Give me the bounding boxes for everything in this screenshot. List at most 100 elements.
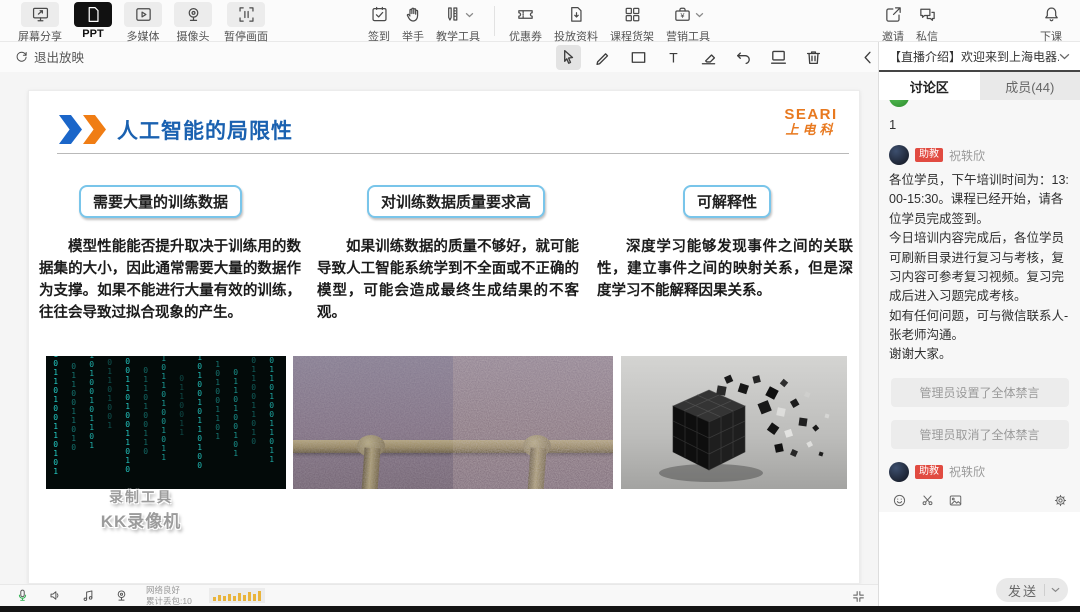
avatar [889, 461, 909, 482]
picture-icon [949, 495, 961, 505]
pencil-icon [596, 53, 609, 66]
chevron-down-icon [695, 12, 703, 17]
webcam-icon [117, 590, 125, 601]
system-message: 管理员取消了全体禁言 [890, 419, 1069, 449]
camera-icon [174, 2, 212, 27]
webcam-toggle[interactable] [113, 588, 129, 604]
live-intro-title: 【直播介绍】欢迎来到上海电器... [889, 49, 1059, 64]
exit-projection-label: 退出放映 [34, 51, 85, 65]
top-toolbar: 屏幕分享 P PPT 多媒体 摄像头 暂停画面 签到 举手 教学工具 优惠券 投… [0, 0, 1080, 44]
noisy-panel-left [293, 356, 453, 489]
network-signal-bars [208, 588, 265, 603]
text-icon: T [669, 50, 678, 65]
toolbar-item-pause-screen[interactable]: 暂停画面 [224, 2, 268, 44]
bottom-black-strip [0, 606, 1080, 612]
chat-message-list[interactable]: 1 助教 祝轶欣 各位学员，下午培训时间为：13:00-15:30。课程已经开始… [879, 100, 1080, 488]
noisy-comparison-image [293, 356, 613, 489]
toolbar-item-ppt[interactable]: P PPT [74, 2, 112, 40]
rectangle-tool[interactable] [626, 45, 651, 70]
network-status: 网络良好 累计丢包:10 [146, 585, 192, 606]
title-underline [57, 153, 849, 154]
coupon-icon [516, 2, 535, 27]
toolbar-item-coupon[interactable]: 优惠券 [509, 2, 542, 44]
send-options-chevron-icon[interactable] [1051, 587, 1060, 593]
chat-settings-button[interactable] [1052, 492, 1068, 508]
toolbar-item-multimedia[interactable]: 多媒体 [124, 2, 162, 44]
matrix-image: 10110100110101 0110011010 110100101101 0110… [46, 356, 286, 489]
tab-discussion[interactable]: 讨论区 [879, 72, 980, 100]
speaker-toggle[interactable] [47, 588, 63, 604]
session-group: 邀请 私信 下课 [876, 2, 1068, 44]
pause-screen-icon [227, 2, 265, 27]
toolbar-item-course-shelf[interactable]: 课程货架 [610, 2, 654, 44]
limitation-body-2: 如果训练数据的质量不够好，就可能导致人工智能系统学到不全面或不正确的模型，可能会… [317, 239, 579, 322]
chevron-left-icon [864, 51, 871, 64]
message-text: 各位学员，下午培训时间为：13:00-15:30。课程已经开始，请各位学员完成签… [889, 173, 1069, 362]
live-classroom-window: 屏幕分享 P PPT 多媒体 摄像头 暂停画面 签到 举手 教学工具 优惠券 投… [0, 0, 1080, 612]
invite-icon [884, 2, 903, 27]
collapse-panel-button[interactable] [850, 588, 866, 604]
eraser-tool[interactable] [696, 45, 721, 70]
end-class-icon [1042, 2, 1061, 27]
tab-members[interactable]: 成员(44) [979, 72, 1080, 100]
packet-loss-label: 累计丢包:10 [146, 595, 192, 606]
toolbar-item-label: PPT [82, 28, 104, 40]
live-intro-header[interactable]: 【直播介绍】欢迎来到上海电器... [879, 42, 1080, 72]
ppt-icon: P [74, 2, 112, 27]
recorder-watermark: 录制工具 KK录像机 [100, 489, 182, 531]
text-tool[interactable]: T [661, 45, 686, 70]
toolbar-item-private-message[interactable]: 私信 [916, 2, 938, 44]
send-button[interactable]: 发送 [995, 578, 1068, 602]
undo-icon [737, 52, 750, 65]
network-quality-label: 网络良好 [146, 584, 181, 595]
image-upload-button[interactable] [947, 492, 963, 508]
undo-tool[interactable] [731, 45, 756, 70]
toolbar-item-check-in[interactable]: 签到 [368, 2, 390, 44]
teaching-tools-icon [443, 2, 474, 27]
eraser-icon [701, 54, 716, 65]
avatar [889, 100, 909, 107]
toolbar-item-invite[interactable]: 邀请 [882, 2, 904, 44]
toolbar-item-marketing-tools[interactable]: ¥ 营销工具 [666, 2, 710, 44]
send-divider [1044, 584, 1045, 596]
exit-projection-button[interactable]: 退出放映 [14, 47, 84, 66]
emoji-button[interactable] [891, 492, 907, 508]
background-music-button[interactable] [80, 588, 96, 604]
music-note-icon [83, 590, 92, 602]
limitation-heading-1: 需要大量的训练数据 [79, 185, 243, 218]
toolbar-item-materials[interactable]: 投放资料 [554, 2, 598, 44]
rectangle-icon [631, 52, 646, 63]
scissors-icon [922, 495, 932, 505]
microphone-toggle[interactable] [14, 588, 30, 604]
trash-icon [806, 51, 821, 65]
clear-screen-tool[interactable] [766, 45, 791, 70]
chat-sidebar: 【直播介绍】欢迎来到上海电器... 讨论区 成员(44) 1 助教 祝轶欣 各位… [878, 42, 1080, 606]
avatar [889, 145, 909, 165]
delete-annotations-tool[interactable] [801, 45, 826, 70]
raise-hand-icon [404, 2, 423, 27]
title-chevron-icon [83, 115, 106, 144]
toolbar-item-camera[interactable]: 摄像头 [174, 2, 212, 44]
cut-button[interactable] [919, 492, 935, 508]
screen-share-icon [21, 2, 59, 27]
course-shelf-icon [623, 2, 642, 27]
toolbar-item-end-class[interactable]: 下课 [1040, 2, 1062, 44]
message-input[interactable] [879, 512, 1080, 574]
limitation-heading-2: 对训练数据质量要求高 [367, 185, 546, 218]
pen-tool[interactable] [591, 45, 616, 70]
select-tool[interactable] [556, 45, 581, 70]
toolbar-item-raise-hand[interactable]: 举手 [402, 2, 424, 44]
display-source-group: 屏幕分享 P PPT 多媒体 摄像头 暂停画面 [12, 2, 274, 44]
assistant-badge: 助教 [915, 148, 943, 162]
presentation-area: 退出放映 T 人工智能的局限性 SEARI 上电科 需要大量的训练数据 对训练数… [0, 42, 908, 584]
svg-text:P: P [91, 11, 97, 20]
sidebar-tabs: 讨论区 成员(44) [879, 72, 1080, 100]
marketing-tools-icon: ¥ [673, 2, 704, 27]
limitation-body-3: 深度学习能够发现事件之间的关联性，建立事件之间的映射关系，但是深度学习不能解释因… [597, 239, 853, 300]
toolbar-item-teaching-tools[interactable]: 教学工具 [436, 2, 480, 44]
toolbar-divider [494, 6, 495, 36]
sender-name: 祝轶欣 [949, 148, 986, 163]
restart-circle-icon [16, 51, 27, 62]
status-bar: 网络良好 累计丢包:10 [0, 584, 878, 606]
toolbar-item-screen-share[interactable]: 屏幕分享 [18, 2, 62, 44]
